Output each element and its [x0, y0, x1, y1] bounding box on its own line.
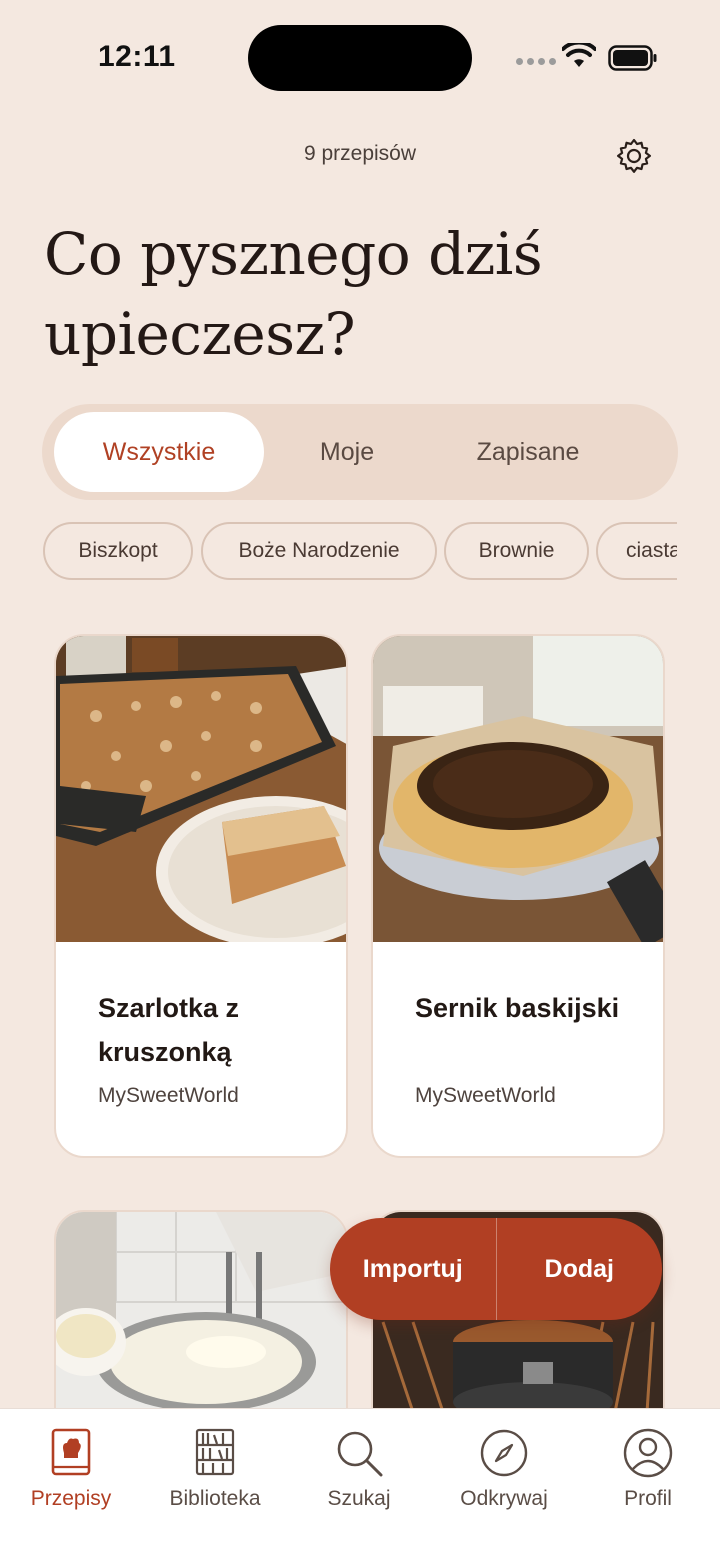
cellular-signal-icon	[516, 58, 556, 65]
category-chips: Biszkopt Boże Narodzenie Brownie ciasta	[43, 522, 677, 582]
recipe-title: Sernik baskijski	[415, 993, 620, 1023]
chip-biszkopt[interactable]: Biszkopt	[43, 522, 193, 580]
tab-label: Odkrywaj	[460, 1487, 548, 1510]
tab-przepisy[interactable]: Przepisy	[6, 1427, 136, 1537]
tab-szukaj[interactable]: Szukaj	[294, 1427, 424, 1537]
search-icon	[337, 1431, 383, 1477]
status-bar: 12:11	[0, 0, 720, 110]
add-button[interactable]: Dodaj	[497, 1218, 663, 1320]
tab-label: Profil	[624, 1487, 672, 1510]
recipe-book-icon	[51, 1428, 91, 1476]
import-button[interactable]: Importuj	[330, 1218, 496, 1320]
chip-boze-narodzenie[interactable]: Boże Narodzenie	[201, 522, 437, 580]
recipe-count: 9 przepisów	[303, 142, 417, 165]
tab-label: Szukaj	[327, 1487, 391, 1510]
battery-icon	[608, 45, 657, 71]
action-fab: Importuj Dodaj	[330, 1218, 662, 1320]
tab-label: Biblioteka	[169, 1487, 261, 1510]
recipe-image-crumble-cake	[56, 636, 346, 942]
recipe-author: MySweetWorld	[415, 1084, 556, 1107]
recipe-card[interactable]: Szarlotka z kruszonką MySweetWorld	[54, 634, 348, 1158]
segment-saved[interactable]: Zapisane	[430, 412, 626, 492]
tab-biblioteka[interactable]: Biblioteka	[150, 1427, 280, 1537]
status-time: 12:11	[98, 40, 176, 73]
profile-icon	[623, 1428, 673, 1478]
recipe-author: MySweetWorld	[98, 1084, 239, 1107]
chip-brownie[interactable]: Brownie	[444, 522, 589, 580]
compass-icon	[480, 1429, 528, 1477]
filter-segmented-control: Wszystkie Moje Zapisane	[42, 404, 678, 500]
tab-bar: Przepisy Biblioteka Szukaj Odkrywaj Prof…	[0, 1408, 720, 1565]
segment-mine[interactable]: Moje	[264, 412, 430, 492]
gear-icon[interactable]	[614, 136, 654, 176]
recipe-image-basque-cheesecake	[373, 636, 663, 942]
recipe-title: Szarlotka z kruszonką	[98, 993, 240, 1067]
tab-odkrywaj[interactable]: Odkrywaj	[439, 1427, 569, 1537]
chip-ciasta[interactable]: ciasta	[596, 522, 677, 580]
page-title: Co pysznego dziś upieczesz?	[44, 220, 543, 368]
bookshelf-icon	[195, 1428, 235, 1476]
recipe-card[interactable]: Sernik baskijski MySweetWorld	[371, 634, 665, 1158]
wifi-icon	[562, 43, 596, 67]
tab-profil[interactable]: Profil	[583, 1427, 713, 1537]
tab-label: Przepisy	[30, 1487, 112, 1510]
dynamic-island	[248, 25, 472, 91]
segment-all[interactable]: Wszystkie	[54, 412, 264, 492]
